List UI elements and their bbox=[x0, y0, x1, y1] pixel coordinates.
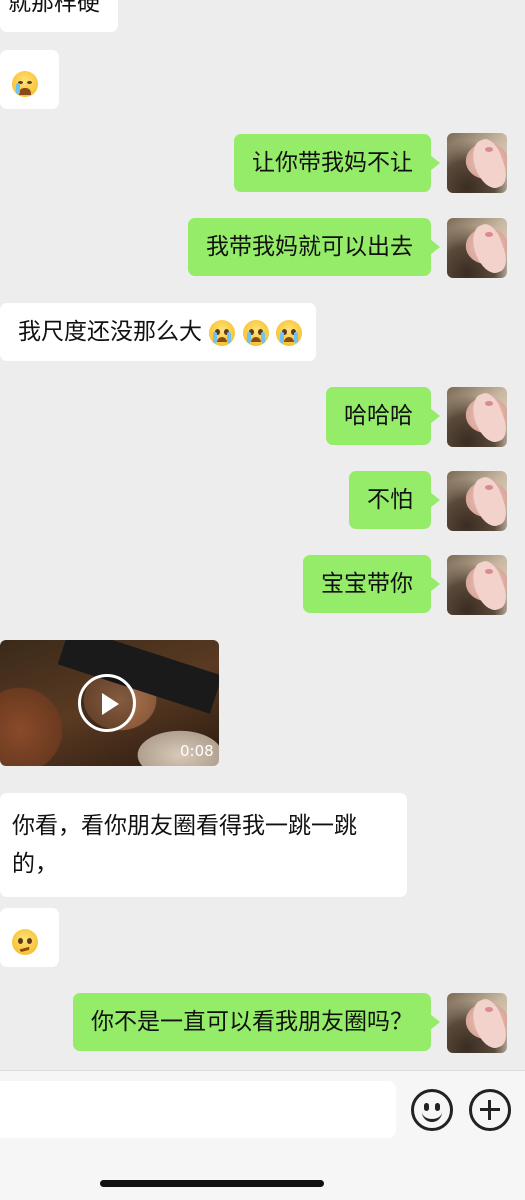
incoming-message[interactable]: 我尺度还没那么大 bbox=[0, 303, 316, 361]
message-text: 你不是一直可以看我朋友圈吗？ bbox=[91, 1009, 413, 1035]
message-text: 哈哈哈 bbox=[344, 403, 413, 429]
outgoing-message[interactable]: 宝宝带你 bbox=[303, 555, 440, 613]
incoming-message[interactable]: 就那样硬 bbox=[0, 0, 118, 32]
message-text: 我尺度还没那么大 bbox=[18, 319, 202, 345]
incoming-message[interactable] bbox=[0, 50, 59, 109]
outgoing-message[interactable]: 我带我妈就可以出去 bbox=[188, 218, 440, 276]
message-text: 宝宝带你 bbox=[321, 571, 413, 597]
message-input[interactable] bbox=[0, 1081, 396, 1138]
incoming-message[interactable] bbox=[0, 908, 59, 967]
home-indicator bbox=[100, 1180, 324, 1187]
outgoing-message[interactable]: 不怕 bbox=[349, 471, 440, 529]
play-icon[interactable] bbox=[78, 674, 136, 732]
message-text-line1: 你看，看你朋友圈看得我一跳一跳 bbox=[12, 813, 357, 839]
video-duration: 0:08 bbox=[180, 742, 214, 760]
avatar[interactable] bbox=[447, 387, 507, 447]
chat-area[interactable]: 就那样硬 让你带我妈不让 我带我妈就可以出去 我尺度还没那么大 哈哈哈 不怕 宝… bbox=[0, 0, 525, 1070]
message-text: 不怕 bbox=[367, 487, 413, 513]
plus-icon[interactable] bbox=[469, 1089, 511, 1131]
avatar[interactable] bbox=[447, 993, 507, 1053]
message-text: 就那样硬 bbox=[8, 0, 100, 16]
message-text-line2: 的， bbox=[12, 851, 58, 877]
message-text: 让你带我妈不让 bbox=[252, 150, 413, 176]
avatar[interactable] bbox=[447, 133, 507, 193]
confused-face-emoji bbox=[12, 928, 38, 955]
crying-face-emoji bbox=[275, 319, 302, 346]
crying-face-emoji bbox=[242, 319, 269, 346]
outgoing-message[interactable]: 让你带我妈不让 bbox=[234, 134, 440, 192]
incoming-message[interactable]: 你看，看你朋友圈看得我一跳一跳 的， bbox=[0, 793, 407, 897]
crying-laughing-emoji bbox=[12, 70, 38, 97]
smile-icon[interactable] bbox=[411, 1089, 453, 1131]
avatar[interactable] bbox=[447, 555, 507, 615]
crying-face-emoji bbox=[209, 319, 236, 346]
avatar[interactable] bbox=[447, 218, 507, 278]
avatar[interactable] bbox=[447, 471, 507, 531]
message-text: 我带我妈就可以出去 bbox=[206, 234, 413, 260]
outgoing-message[interactable]: 你不是一直可以看我朋友圈吗？ bbox=[73, 993, 440, 1051]
outgoing-message[interactable]: 哈哈哈 bbox=[326, 387, 440, 445]
